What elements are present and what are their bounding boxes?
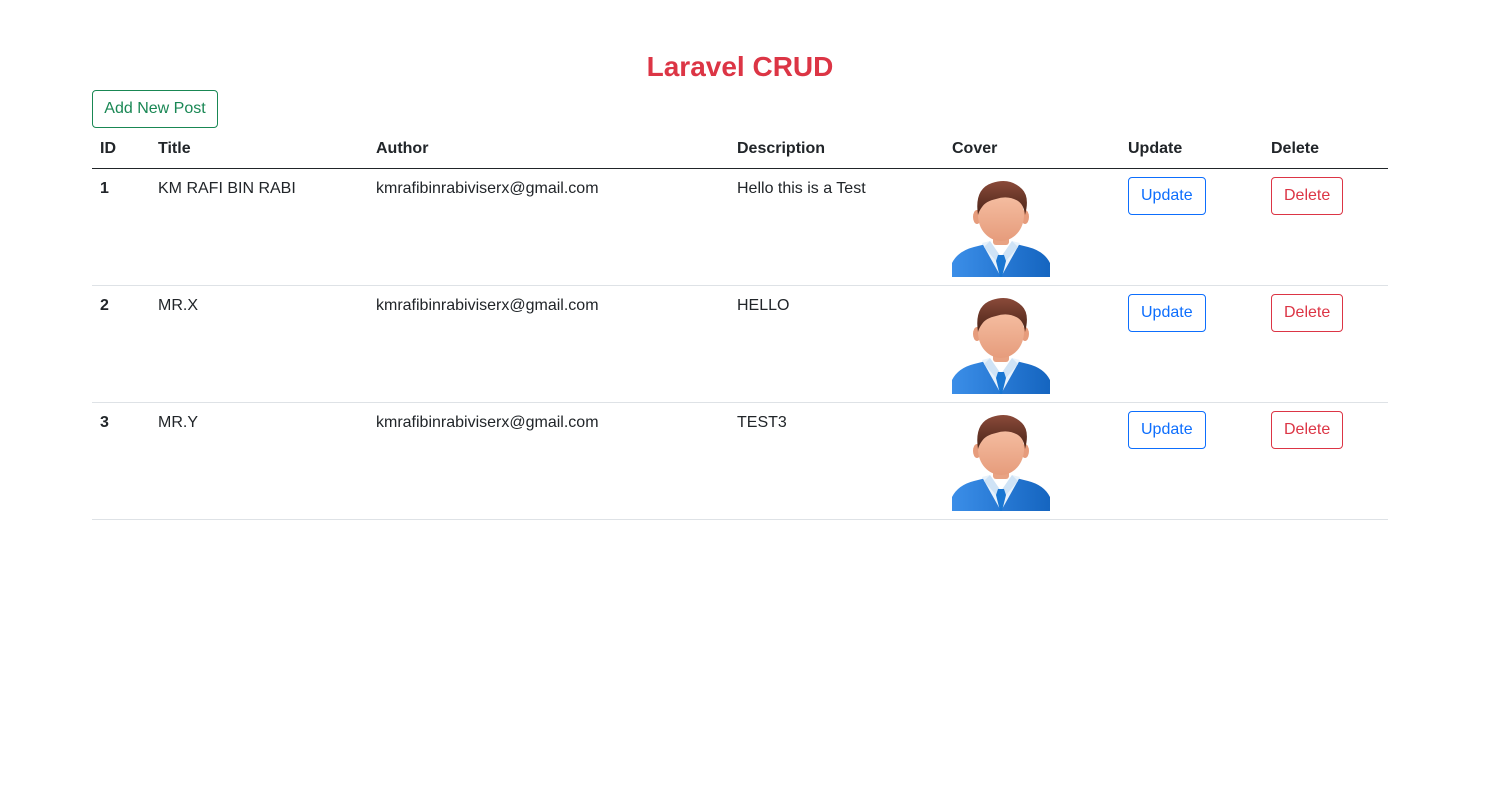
cell-author: kmrafibinrabiviserx@gmail.com [368,168,729,286]
cell-delete: Delete [1263,285,1388,403]
cell-update: Update [1120,168,1263,286]
cell-cover [944,168,1120,286]
cell-id: 1 [92,168,150,286]
header-delete: Delete [1263,130,1388,169]
cell-cover [944,402,1120,520]
table-row: 1 KM RAFI BIN RABI kmrafibinrabiviserx@g… [92,168,1388,286]
main-container: Laravel CRUD Add New Post ID Title Autho… [92,0,1388,520]
update-button[interactable]: Update [1128,410,1206,449]
person-avatar-icon [952,177,1050,277]
delete-button[interactable]: Delete [1271,176,1344,215]
header-update: Update [1120,130,1263,169]
header-description: Description [729,130,944,169]
header-author: Author [368,130,729,169]
cell-description: HELLO [729,285,944,403]
cell-cover [944,285,1120,403]
header-id: ID [92,130,150,169]
person-avatar-icon [952,294,1050,394]
cell-description: Hello this is a Test [729,168,944,286]
table-header-row: ID Title Author Description Cover Update… [92,130,1388,169]
add-new-post-button[interactable]: Add New Post [92,90,218,128]
cell-title: MR.X [150,285,368,403]
cell-title: MR.Y [150,402,368,520]
cell-delete: Delete [1263,402,1388,520]
delete-button[interactable]: Delete [1271,293,1344,332]
header-title: Title [150,130,368,169]
header-cover: Cover [944,130,1120,169]
cell-description: TEST3 [729,402,944,520]
posts-table: ID Title Author Description Cover Update… [92,130,1388,520]
delete-button[interactable]: Delete [1271,410,1344,449]
cell-author: kmrafibinrabiviserx@gmail.com [368,285,729,403]
update-button[interactable]: Update [1128,293,1206,332]
cell-id: 3 [92,402,150,520]
page-title: Laravel CRUD [646,51,834,82]
cell-author: kmrafibinrabiviserx@gmail.com [368,402,729,520]
cell-update: Update [1120,285,1263,403]
cell-update: Update [1120,402,1263,520]
cell-delete: Delete [1263,168,1388,286]
update-button[interactable]: Update [1128,176,1206,215]
cell-title: KM RAFI BIN RABI [150,168,368,286]
cell-id: 2 [92,285,150,403]
table-row: 2 MR.X kmrafibinrabiviserx@gmail.com HEL… [92,285,1388,403]
table-row: 3 MR.Y kmrafibinrabiviserx@gmail.com TES… [92,402,1388,520]
person-avatar-icon [952,411,1050,511]
